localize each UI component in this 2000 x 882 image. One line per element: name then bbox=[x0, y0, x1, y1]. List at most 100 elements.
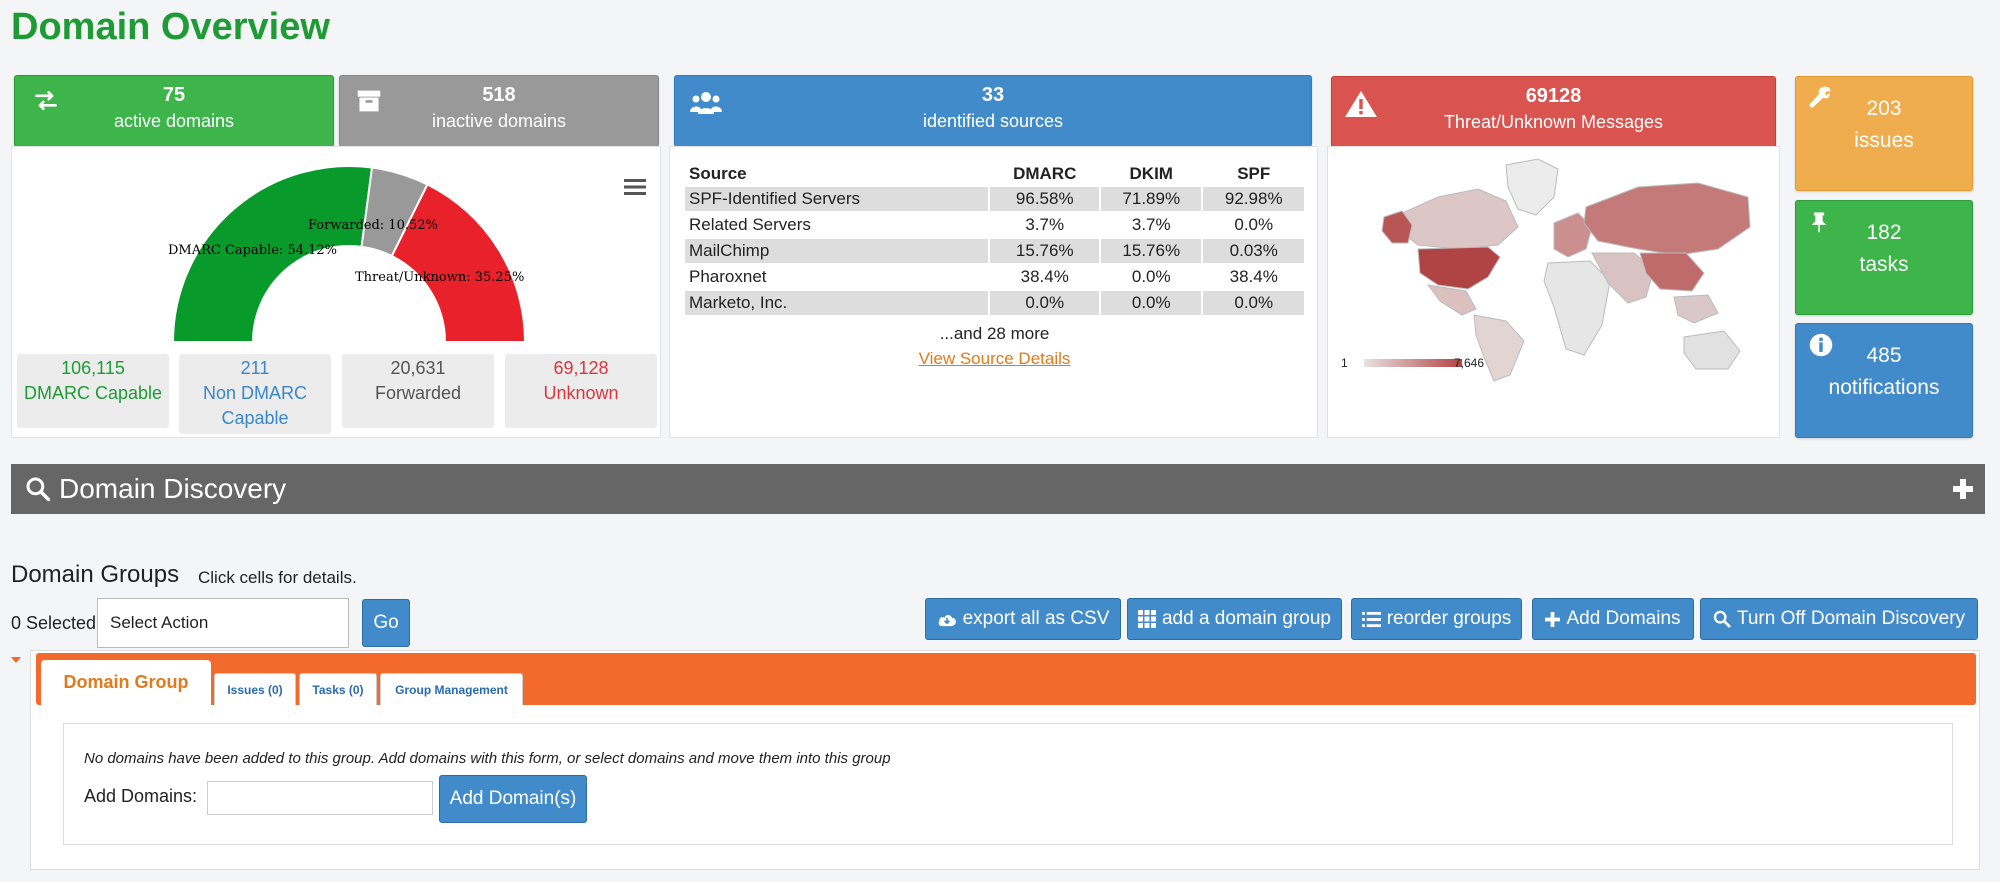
exchange-arrows-icon bbox=[35, 91, 57, 111]
search-icon bbox=[1713, 610, 1731, 628]
domain-group-panel: Domain Group Issues (0) Tasks (0) Group … bbox=[30, 650, 1980, 870]
turn-off-discovery-label: Turn Off Domain Discovery bbox=[1736, 608, 1966, 629]
threat-messages-label: Threat/Unknown Messages bbox=[1443, 112, 1664, 132]
table-row[interactable]: Related Servers 3.7% 3.7% 0.0% bbox=[685, 213, 1304, 237]
table-cell: 3.7% bbox=[1131, 215, 1171, 234]
summary-value: 69,128 bbox=[553, 358, 609, 378]
collapse-caret-icon[interactable] bbox=[10, 655, 22, 665]
turn-off-discovery-button[interactable]: Turn Off Domain Discovery bbox=[1700, 598, 1978, 640]
table-cell: MailChimp bbox=[685, 239, 989, 263]
summary-box[interactable]: 211 Non DMARC Capable bbox=[179, 354, 331, 434]
info-icon bbox=[1809, 333, 1833, 357]
view-source-details-link[interactable]: View Source Details bbox=[670, 349, 1319, 369]
users-icon bbox=[690, 92, 722, 114]
table-cell: Marketo, Inc. bbox=[685, 291, 989, 315]
issues-card[interactable]: 203 issues bbox=[1795, 76, 1973, 191]
plus-icon bbox=[1545, 611, 1561, 627]
pin-icon bbox=[1811, 212, 1827, 233]
summary-label: Unknown bbox=[543, 383, 619, 403]
add-domains-input[interactable] bbox=[207, 781, 433, 815]
inactive-domains-card[interactable]: 518 inactive domains bbox=[339, 75, 659, 147]
col-header-source: Source bbox=[689, 164, 747, 183]
table-cell: SPF-Identified Servers bbox=[685, 187, 989, 211]
add-domains-label: Add Domains bbox=[1566, 608, 1681, 629]
tab-domain-group[interactable]: Domain Group bbox=[41, 660, 211, 705]
table-cell: Related Servers bbox=[689, 215, 811, 234]
add-domains-button[interactable]: Add Domains bbox=[1532, 598, 1694, 640]
summary-box[interactable]: 69,128 Unknown bbox=[505, 354, 657, 428]
wrench-icon bbox=[1809, 86, 1831, 108]
summary-label: Forwarded bbox=[374, 383, 462, 403]
table-cell: 3.7% bbox=[1025, 215, 1065, 234]
summary-value: 211 bbox=[240, 358, 270, 378]
tasks-card[interactable]: 182 tasks bbox=[1795, 200, 1973, 315]
gauge-label-dmarc: DMARC Capable: 54.12% bbox=[168, 243, 337, 258]
threat-messages-card[interactable]: 69128 Threat/Unknown Messages bbox=[1331, 76, 1776, 148]
domain-groups-title: Domain Groups bbox=[11, 561, 180, 588]
add-domain-group-label: add a domain group bbox=[1161, 608, 1331, 629]
identified-sources-count: 33 bbox=[981, 84, 1005, 106]
tab-group-management[interactable]: Group Management bbox=[380, 673, 523, 705]
go-button[interactable]: Go bbox=[362, 599, 410, 647]
threat-map-panel: 1 7,646 bbox=[1327, 146, 1780, 438]
sources-table: Source DMARC DKIM SPF SPF-Identified Ser… bbox=[683, 161, 1306, 317]
dmarc-gauge-chart: DMARC Capable: 54.12% Forwarded: 10.52% … bbox=[168, 165, 527, 343]
reorder-groups-label: reorder groups bbox=[1386, 608, 1512, 629]
map-legend bbox=[1364, 359, 1462, 367]
domain-groups-hint: Click cells for details. bbox=[198, 568, 357, 587]
table-row[interactable]: Pharoxnet 38.4% 0.0% 38.4% bbox=[685, 265, 1304, 289]
tab-issues[interactable]: Issues (0) bbox=[214, 673, 296, 705]
table-row[interactable]: Marketo, Inc. 0.0% 0.0% 0.0% bbox=[685, 291, 1304, 315]
gauge-label-threat: Threat/Unknown: 35.25% bbox=[355, 270, 524, 285]
table-cell: Pharoxnet bbox=[689, 267, 767, 286]
identified-sources-label: identified sources bbox=[922, 111, 1064, 131]
table-cell: 0.0% bbox=[1234, 215, 1274, 234]
add-domain-group-button[interactable]: add a domain group bbox=[1127, 598, 1342, 640]
threat-messages-count: 69128 bbox=[1525, 85, 1582, 107]
table-cell: 0.0% bbox=[1203, 291, 1304, 315]
page-title: Domain Overview bbox=[11, 6, 330, 48]
table-cell: 0.0% bbox=[1101, 291, 1202, 315]
gauge-label-forwarded: Forwarded: 10.52% bbox=[308, 218, 438, 233]
tab-tasks[interactable]: Tasks (0) bbox=[299, 673, 377, 705]
active-domains-label: active domains bbox=[113, 111, 235, 131]
summary-label: Non DMARC Capable bbox=[202, 383, 308, 428]
table-cell: 92.98% bbox=[1203, 187, 1304, 211]
col-header-spf: SPF bbox=[1237, 164, 1271, 183]
summary-value: 20,631 bbox=[390, 358, 446, 378]
summary-value: 106,115 bbox=[61, 358, 125, 378]
cloud-download-icon bbox=[938, 614, 956, 626]
table-cell: 15.76% bbox=[990, 239, 1099, 263]
col-header-dkim: DKIM bbox=[1129, 164, 1173, 183]
table-cell: 38.4% bbox=[1020, 267, 1069, 286]
active-domains-card[interactable]: 75 active domains bbox=[14, 75, 334, 147]
table-row[interactable]: SPF-Identified Servers 96.58% 71.89% 92.98% bbox=[685, 187, 1304, 211]
issues-label: issues bbox=[1854, 129, 1914, 152]
domain-discovery-bar[interactable]: Domain Discovery bbox=[11, 464, 1985, 514]
empty-group-message: No domains have been added to this group… bbox=[84, 750, 891, 767]
select-action-dropdown[interactable]: Select Action bbox=[97, 598, 349, 648]
add-domain-submit-button[interactable]: Add Domain(s) bbox=[439, 775, 587, 823]
reorder-groups-button[interactable]: reorder groups bbox=[1351, 598, 1522, 640]
search-icon bbox=[26, 477, 51, 502]
map-legend-max: 7,646 bbox=[1454, 356, 1485, 370]
export-csv-button[interactable]: export all as CSV bbox=[925, 598, 1121, 640]
inactive-domains-label: inactive domains bbox=[431, 111, 567, 131]
expand-plus-icon[interactable] bbox=[1951, 477, 1975, 501]
active-domains-count: 75 bbox=[162, 84, 186, 106]
domain-discovery-title: Domain Discovery bbox=[59, 473, 287, 504]
notifications-label: notifications bbox=[1828, 376, 1940, 399]
notifications-card[interactable]: 485 notifications bbox=[1795, 323, 1973, 438]
identified-sources-card[interactable]: 33 identified sources bbox=[674, 75, 1312, 147]
group-content-box: No domains have been added to this group… bbox=[63, 723, 1953, 845]
summary-box[interactable]: 106,115 DMARC Capable bbox=[17, 354, 169, 428]
table-cell: 15.76% bbox=[1101, 239, 1202, 263]
table-row[interactable]: MailChimp 15.76% 15.76% 0.03% bbox=[685, 239, 1304, 263]
col-header-dmarc: DMARC bbox=[1013, 164, 1077, 183]
world-map[interactable] bbox=[1378, 157, 1758, 382]
table-cell: 0.03% bbox=[1203, 239, 1304, 263]
summary-label: DMARC Capable bbox=[23, 383, 163, 403]
summary-box[interactable]: 20,631 Forwarded bbox=[342, 354, 494, 428]
map-legend-min: 1 bbox=[1341, 356, 1348, 370]
grid-icon bbox=[1137, 610, 1156, 628]
